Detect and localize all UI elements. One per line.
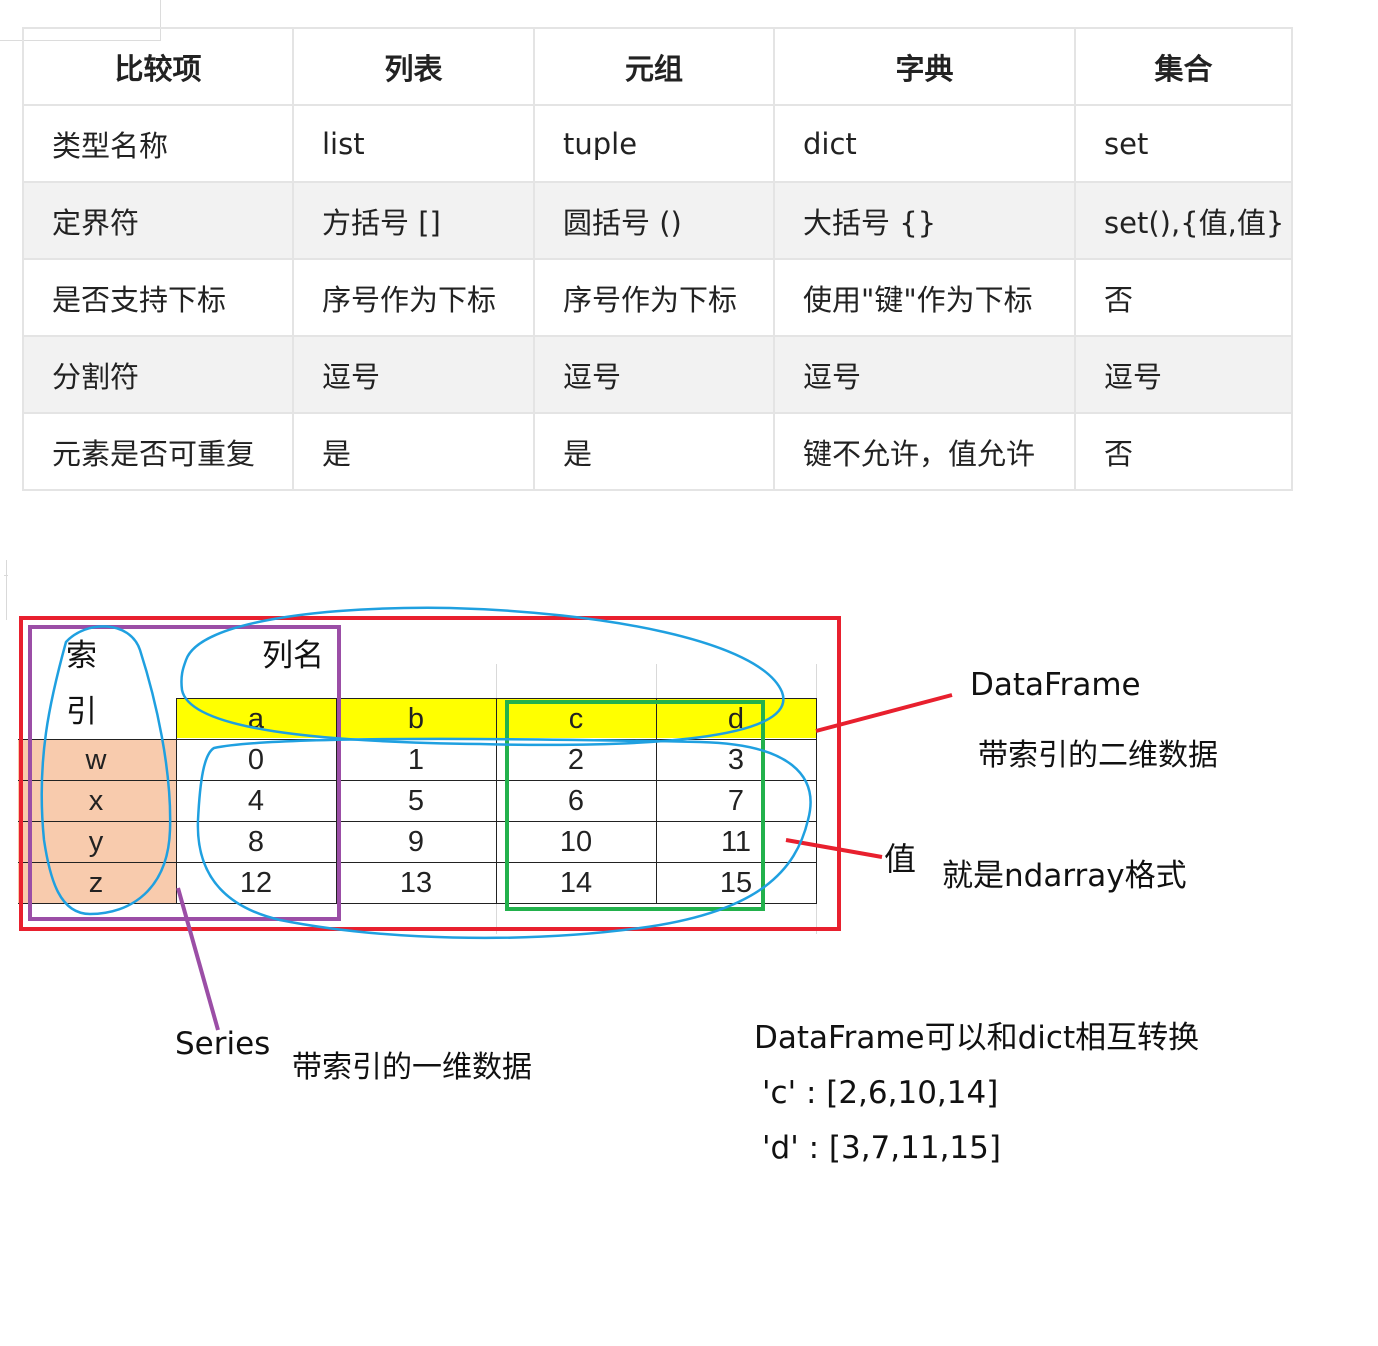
value-cell: 3 bbox=[727, 743, 745, 776]
grid-line bbox=[496, 664, 497, 698]
value-cell: 11 bbox=[720, 825, 752, 858]
grid-line bbox=[816, 904, 817, 934]
table-cell: 是 bbox=[292, 412, 535, 491]
dataframe-title: DataFrame bbox=[970, 667, 1141, 703]
table-cell: 类型名称 bbox=[22, 104, 294, 183]
table-cell: 序号作为下标 bbox=[292, 258, 535, 337]
table-cell: 键不允许，值允许 bbox=[773, 412, 1076, 491]
table-cell: 是否支持下标 bbox=[22, 258, 294, 337]
dataframe-desc: 带索引的二维数据 bbox=[978, 738, 1218, 773]
table-cell: 否 bbox=[1074, 258, 1293, 337]
table-cell: 逗号 bbox=[1074, 335, 1293, 414]
index-label-text-1: 索 bbox=[66, 638, 97, 674]
table-cell: 逗号 bbox=[773, 335, 1076, 414]
dict-line-c: 'c' : [2,6,10,14] bbox=[762, 1075, 999, 1111]
values-title: 值 bbox=[884, 840, 917, 878]
value-cell: 13 bbox=[399, 866, 433, 899]
table-cell: 圆括号 () bbox=[533, 181, 775, 260]
table-cell: 方括号 [] bbox=[292, 181, 535, 260]
value-cell: 12 bbox=[239, 866, 273, 899]
grid-line bbox=[656, 664, 657, 698]
header-cell: 比较项 bbox=[22, 27, 294, 106]
header-cell: 集合 bbox=[1074, 27, 1293, 106]
value-cell: 15 bbox=[719, 866, 753, 899]
table-cell: 使用"键"作为下标 bbox=[773, 258, 1076, 337]
index-label-w: w bbox=[85, 743, 107, 776]
comparison-table: 比较项 列表 元组 字典 集合 类型名称 list tuple dict set… bbox=[22, 27, 1293, 491]
table-cell: 大括号 {} bbox=[773, 181, 1076, 260]
column-header-a: a bbox=[247, 702, 265, 735]
table-cell: set(),{值,值} bbox=[1074, 181, 1293, 260]
column-header-b: b bbox=[407, 702, 425, 735]
header-cell: 字典 bbox=[773, 27, 1076, 106]
table-cell: 分割符 bbox=[22, 335, 294, 414]
table-cell: 逗号 bbox=[533, 335, 775, 414]
value-cell: 10 bbox=[559, 825, 593, 858]
table-cell: 逗号 bbox=[292, 335, 535, 414]
table-row: 类型名称 list tuple dict set bbox=[22, 104, 1293, 183]
grid-line bbox=[18, 903, 816, 904]
table-row: 分割符 逗号 逗号 逗号 逗号 bbox=[22, 335, 1293, 414]
index-label-z: z bbox=[88, 866, 104, 899]
table-cell: 定界符 bbox=[22, 181, 294, 260]
grid-line bbox=[816, 664, 817, 698]
table-cell: dict bbox=[773, 104, 1076, 183]
table-row: 是否支持下标 序号作为下标 序号作为下标 使用"键"作为下标 否 bbox=[22, 258, 1293, 337]
value-cell: 8 bbox=[247, 825, 265, 858]
columns-label-text: 列名 bbox=[262, 638, 324, 674]
grid-line bbox=[496, 904, 497, 934]
series-title: Series bbox=[175, 1026, 271, 1062]
value-cell: 2 bbox=[567, 743, 585, 776]
column-header-c: c bbox=[568, 702, 584, 735]
table-cell: list bbox=[292, 104, 535, 183]
value-cell: 14 bbox=[559, 866, 593, 899]
dict-conversion-note: DataFrame可以和dict相互转换 bbox=[754, 1020, 1200, 1056]
table-row: 定界符 方括号 [] 圆括号 () 大括号 {} set(),{值,值} bbox=[22, 181, 1293, 260]
table-row: 元素是否可重复 是 是 键不允许，值允许 否 bbox=[22, 412, 1293, 491]
table-cell: 否 bbox=[1074, 412, 1293, 491]
value-cell: 4 bbox=[247, 784, 265, 817]
value-cell: 5 bbox=[407, 784, 425, 817]
index-label-text-2: 引 bbox=[66, 694, 97, 730]
value-cell: 9 bbox=[407, 825, 425, 858]
table-cell: 元素是否可重复 bbox=[22, 412, 294, 491]
index-label-x: x bbox=[88, 784, 104, 817]
table-cell: 是 bbox=[533, 412, 775, 491]
table-cell: 序号作为下标 bbox=[533, 258, 775, 337]
grid-line bbox=[816, 698, 817, 904]
index-label-y: y bbox=[88, 825, 104, 858]
value-cell: 6 bbox=[567, 784, 585, 817]
dict-line-d: 'd' : [3,7,11,15] bbox=[762, 1130, 1001, 1166]
header-cell: 元组 bbox=[533, 27, 775, 106]
dataframe-arrow bbox=[815, 693, 953, 733]
value-cell: 7 bbox=[727, 784, 745, 817]
table-cell: set bbox=[1074, 104, 1293, 183]
series-arrow bbox=[176, 887, 220, 1031]
column-header-d: d bbox=[727, 702, 745, 735]
values-desc: 就是ndarray格式 bbox=[942, 858, 1187, 894]
value-cell: 0 bbox=[247, 743, 265, 776]
value-cell: 1 bbox=[407, 743, 425, 776]
grid-line bbox=[6, 560, 7, 620]
table-cell: tuple bbox=[533, 104, 775, 183]
table-header-row: 比较项 列表 元组 字典 集合 bbox=[22, 27, 1293, 106]
series-desc: 带索引的一维数据 bbox=[292, 1050, 532, 1085]
header-cell: 列表 bbox=[292, 27, 535, 106]
